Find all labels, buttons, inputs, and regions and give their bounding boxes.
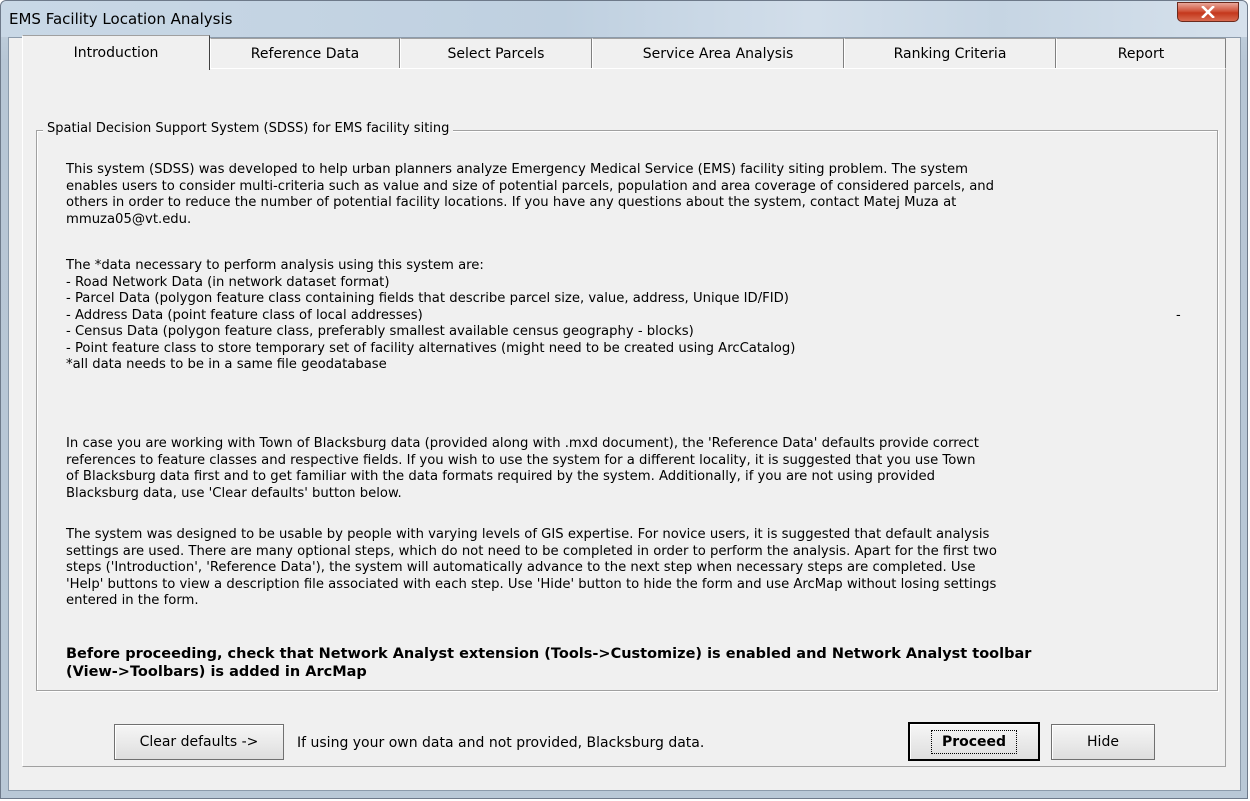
title-bar[interactable]: EMS Facility Location Analysis — [1, 1, 1247, 37]
blacksburg-paragraph: In case you are working with Town of Bla… — [66, 436, 1186, 502]
tab-reference-data[interactable]: Reference Data — [210, 38, 400, 68]
text-line: enables users to consider multi-criteria… — [66, 178, 995, 194]
text-line: references to feature classes and respec… — [66, 452, 976, 468]
text-line: The system was designed to be usable by … — [66, 527, 990, 542]
text-line: The *data necessary to perform analysis … — [66, 258, 484, 273]
hide-button[interactable]: Hide — [1051, 724, 1155, 760]
clear-defaults-button[interactable]: Clear defaults -> — [114, 724, 284, 760]
tab-label: Introduction — [73, 45, 159, 61]
text-line: This system (SDSS) was developed to help… — [66, 162, 968, 177]
tab-ranking-criteria[interactable]: Ranking Criteria — [844, 38, 1056, 68]
text-line: others in order to reduce the number of … — [66, 195, 957, 210]
tab-service-area-analysis[interactable]: Service Area Analysis — [592, 38, 844, 68]
close-icon — [1201, 6, 1215, 18]
text-line: steps ('Introduction', 'Reference Data')… — [66, 560, 976, 575]
usage-paragraph: The system was designed to be usable by … — [66, 527, 1186, 610]
tab-select-parcels[interactable]: Select Parcels — [400, 38, 592, 68]
network-analyst-warning: Before proceeding, check that Network An… — [66, 645, 1186, 681]
text-line: *all data needs to be in a same file geo… — [66, 357, 387, 372]
intro-paragraph: This system (SDSS) was developed to help… — [66, 162, 1186, 228]
button-label: Hide — [1087, 734, 1119, 750]
tab-label: Ranking Criteria — [893, 45, 1007, 62]
button-label: Clear defaults -> — [139, 734, 259, 750]
text-line: Before proceeding, check that Network An… — [66, 646, 1032, 662]
tab-label: Report — [1117, 45, 1165, 62]
button-label: Proceed — [930, 729, 1018, 754]
text-line: entered in the form. — [66, 593, 199, 608]
text-line: In case you are working with Town of Bla… — [66, 436, 979, 451]
data-requirements-list: The *data necessary to perform analysis … — [66, 258, 1186, 374]
close-button[interactable] — [1177, 2, 1239, 22]
list-item: - Road Network Data (in network dataset … — [66, 274, 390, 290]
window-title: EMS Facility Location Analysis — [9, 10, 233, 28]
text-line: Blacksburg data, use 'Clear defaults' bu… — [66, 485, 402, 501]
text-line: (View->Toolbars) is added in ArcMap — [66, 664, 367, 680]
tab-label: Service Area Analysis — [642, 45, 794, 62]
groupbox-label: Spatial Decision Support System (SDSS) f… — [43, 121, 454, 136]
list-item: - Census Data (polygon feature class, pr… — [66, 324, 694, 339]
text-line: mmuza05@vt.edu. — [66, 211, 192, 227]
tab-introduction[interactable]: Introduction — [22, 35, 210, 70]
tab-label: Reference Data — [250, 45, 360, 62]
clear-defaults-hint: If using your own data and not provided,… — [297, 735, 705, 751]
text-line: settings are used. There are many option… — [66, 543, 997, 559]
tab-strip: Introduction Reference Data Select Parce… — [22, 35, 1227, 70]
tab-label: Select Parcels — [447, 45, 545, 62]
text-line: of Blacksburg data first and to get fami… — [66, 469, 935, 484]
list-item: - Point feature class to store temporary… — [66, 340, 796, 356]
tab-report[interactable]: Report — [1056, 38, 1226, 68]
list-item: - Address Data (point feature class of l… — [66, 307, 423, 323]
proceed-button[interactable]: Proceed — [908, 722, 1040, 761]
list-item: - Parcel Data (polygon feature class con… — [66, 291, 789, 306]
stray-dash: - — [1176, 308, 1181, 323]
text-line: 'Help' buttons to view a description fil… — [66, 576, 997, 592]
